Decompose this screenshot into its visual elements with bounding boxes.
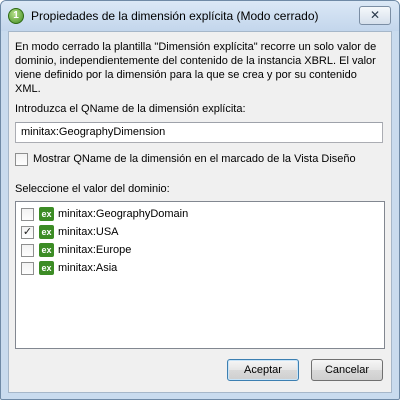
cancel-button[interactable]: Cancelar <box>311 359 383 381</box>
qname-label: Introduzca el QName de la dimensión expl… <box>15 103 246 115</box>
app-icon: 1 <box>8 8 24 24</box>
domain-item-checkbox[interactable] <box>21 262 34 275</box>
domain-item-checkbox[interactable] <box>21 208 34 221</box>
ok-button[interactable]: Aceptar <box>227 359 299 381</box>
domain-item-label: minitax:Asia <box>58 262 118 274</box>
domain-item-checkbox[interactable]: ✓ <box>21 226 34 239</box>
element-icon: ex <box>39 243 54 257</box>
domain-label: Seleccione el valor del dominio: <box>15 183 170 195</box>
description-text: En modo cerrado la plantilla "Dimensión … <box>15 41 377 95</box>
domain-item-label: minitax:GeographyDomain <box>58 208 189 220</box>
element-icon: ex <box>39 261 54 275</box>
qname-input[interactable]: minitax:GeographyDimension <box>15 122 383 143</box>
show-qname-checkbox[interactable] <box>15 153 28 166</box>
close-button[interactable]: ✕ <box>359 6 391 25</box>
dialog-body: En modo cerrado la plantilla "Dimensión … <box>8 31 392 393</box>
dialog-window: 1 Propiedades de la dimensión explícita … <box>0 0 400 400</box>
domain-item-label: minitax:Europe <box>58 244 132 256</box>
dialog-title: Propiedades de la dimensión explícita (M… <box>31 9 319 23</box>
element-icon: ex <box>39 207 54 221</box>
show-qname-label[interactable]: Mostrar QName de la dimensión en el marc… <box>33 153 356 165</box>
domain-item-checkbox[interactable] <box>21 244 34 257</box>
title-bar[interactable]: 1 Propiedades de la dimensión explícita … <box>1 1 399 31</box>
domain-item-label: minitax:USA <box>58 226 119 238</box>
element-icon: ex <box>39 225 54 239</box>
domain-list[interactable]: ex minitax:GeographyDomain ✓ ex minitax:… <box>15 201 385 349</box>
